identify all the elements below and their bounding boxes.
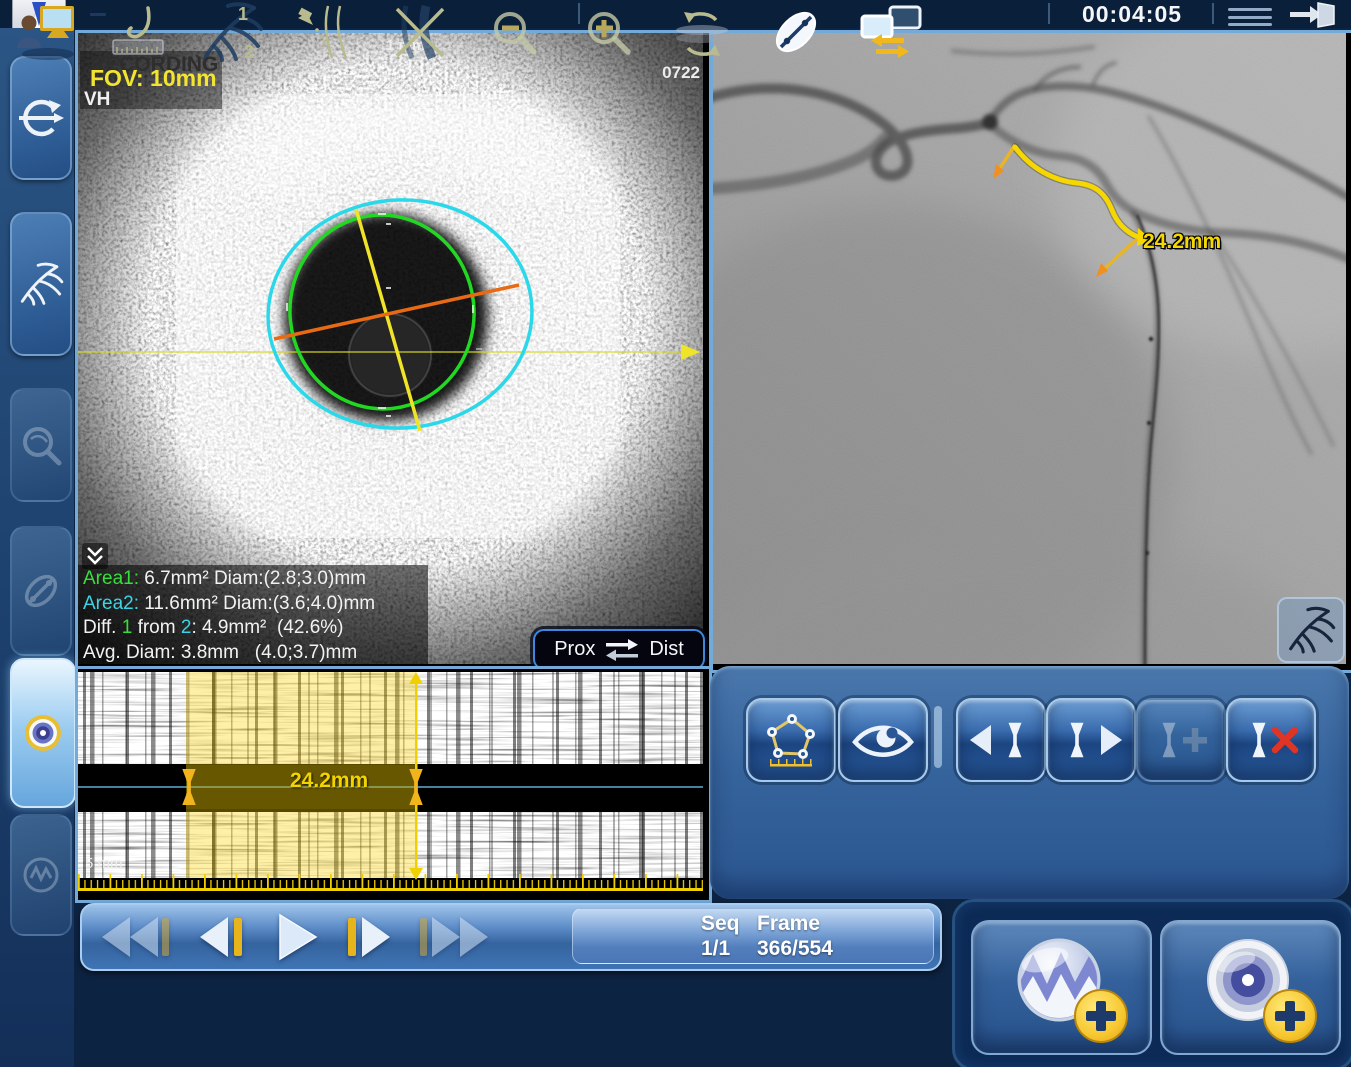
sidebar-tab-search[interactable] <box>10 388 72 502</box>
vessel-label-2: 2 <box>244 42 254 62</box>
vessel-tree-icon <box>18 261 64 307</box>
zoom-out-button[interactable] <box>482 0 546 69</box>
sidebar-tab-ivus[interactable] <box>10 658 76 808</box>
angio-measurement-label: 24.2mm <box>1143 230 1221 254</box>
frame-value: 366/554 <box>745 937 833 961</box>
sidebar-tab-physiology[interactable] <box>10 814 72 936</box>
fov-label: FOV: 10mm <box>90 65 217 92</box>
swap-screens-button[interactable] <box>858 0 922 69</box>
ivus-cross-section[interactable]: RECORDING FOV: 10mm VH 1 mm 0722 Area1: … <box>75 30 712 673</box>
vessel-overlay-button[interactable] <box>1277 597 1345 663</box>
step-forward-button[interactable] <box>336 913 400 961</box>
delete-marker-icon <box>1239 708 1303 772</box>
area2-readout: Area2: 11.6mm² Diam:(3.6;4.0)mm <box>83 592 423 617</box>
sidebar-tab-measure[interactable] <box>10 526 72 656</box>
vessel-cross-button[interactable] <box>388 0 452 69</box>
ivus-lens-plus-icon <box>1162 922 1339 1053</box>
ild-ruler <box>78 874 703 891</box>
angiogram-view[interactable]: 24.2mm <box>710 30 1351 673</box>
flip-view-button[interactable] <box>670 0 734 69</box>
ivus-catheter-icon <box>19 709 67 757</box>
session-timer: 00:04:05 <box>1056 1 1208 28</box>
vessel-label-1: 1 <box>238 4 248 24</box>
ild-image <box>78 669 703 894</box>
playback-bar: SeqFrame 1/1366/554 <box>80 903 942 971</box>
search-icon <box>18 422 64 468</box>
prox-label: Prox <box>554 638 595 661</box>
dist-label: Dist <box>649 638 683 661</box>
capture-panel <box>952 899 1351 1067</box>
contour-icon <box>759 708 823 772</box>
vessel-tree-icon <box>1286 605 1336 655</box>
eye-icon <box>851 708 915 772</box>
ild-measurement-label: 24.2mm <box>290 769 368 793</box>
timer-divider-right <box>1212 3 1214 24</box>
seq-value: 1/1 <box>701 937 745 961</box>
add-marker-icon <box>1149 708 1213 772</box>
swap-screens-icon <box>858 0 922 64</box>
diameter-measure-icon <box>764 0 828 64</box>
trace-edit-icon <box>294 0 358 64</box>
timer-divider-left <box>1048 3 1050 24</box>
play-button[interactable] <box>272 913 320 961</box>
connect-icon <box>18 95 64 141</box>
zoom-in-button[interactable] <box>576 0 640 69</box>
previous-marker-button[interactable] <box>956 698 1046 782</box>
operator-workstation-button[interactable] <box>12 0 76 69</box>
zoom-out-icon <box>482 0 546 64</box>
next-marker-icon <box>1059 708 1123 772</box>
window-dash <box>90 13 106 16</box>
vessel-cross-icon <box>388 0 452 64</box>
add-marker-button[interactable] <box>1136 698 1226 782</box>
ivus-console: 00:04:05 <box>0 0 1351 1067</box>
operator-icon <box>12 0 76 64</box>
area1-readout: Area1: 6.7mm² Diam:(2.8;3.0)mm <box>83 567 423 592</box>
seq-label: Seq <box>701 912 745 936</box>
next-marker-button[interactable] <box>1046 698 1136 782</box>
trace-edit-button[interactable] <box>294 0 358 69</box>
previous-marker-icon <box>969 708 1033 772</box>
exit-icon[interactable] <box>1288 1 1338 29</box>
add-ivus-recording-button[interactable] <box>1160 920 1341 1055</box>
ild-scale-label: 5 mm <box>85 855 123 872</box>
measurement-readout: Area1: 6.7mm² Diam:(2.8;3.0)mm Area2: 11… <box>78 565 428 669</box>
ild-longitudinal-view[interactable]: 24.2mm 5 mm <box>75 666 712 903</box>
diameter-measure-button[interactable] <box>764 0 828 69</box>
swap-arrows-icon <box>602 637 642 663</box>
frame-label: Frame <box>745 912 820 936</box>
seq-frame-readout: SeqFrame 1/1366/554 <box>572 908 934 964</box>
add-physio-recording-button[interactable] <box>971 920 1152 1055</box>
sidebar-tab-vessel-select[interactable] <box>10 212 72 356</box>
flip-view-icon <box>670 0 734 64</box>
ellipse-measure-icon <box>18 568 64 614</box>
prox-dist-toggle[interactable]: Prox Dist <box>533 629 705 670</box>
diff-readout: Diff. 1 from 2: 4.9mm² (42.6%) <box>83 616 423 641</box>
angiogram-image <box>713 33 1346 664</box>
contour-tool-button[interactable] <box>746 698 836 782</box>
skip-to-end-button[interactable] <box>410 913 496 961</box>
sidebar-tab-connect[interactable] <box>10 56 72 180</box>
avg-diam-readout: Avg. Diam: 3.8mm (4.0;3.7)mm <box>83 641 423 666</box>
vh-mode-label: VH <box>84 89 110 111</box>
step-back-button[interactable] <box>192 913 256 961</box>
menu-icon[interactable] <box>1228 8 1272 26</box>
waveform-icon <box>18 852 64 898</box>
skip-to-start-button[interactable] <box>96 913 182 961</box>
tool-divider <box>934 706 942 768</box>
zoom-in-icon <box>576 0 640 64</box>
physio-waveform-plus-icon <box>973 922 1150 1053</box>
visibility-toggle-button[interactable] <box>838 698 928 782</box>
delete-marker-button[interactable] <box>1226 698 1316 782</box>
